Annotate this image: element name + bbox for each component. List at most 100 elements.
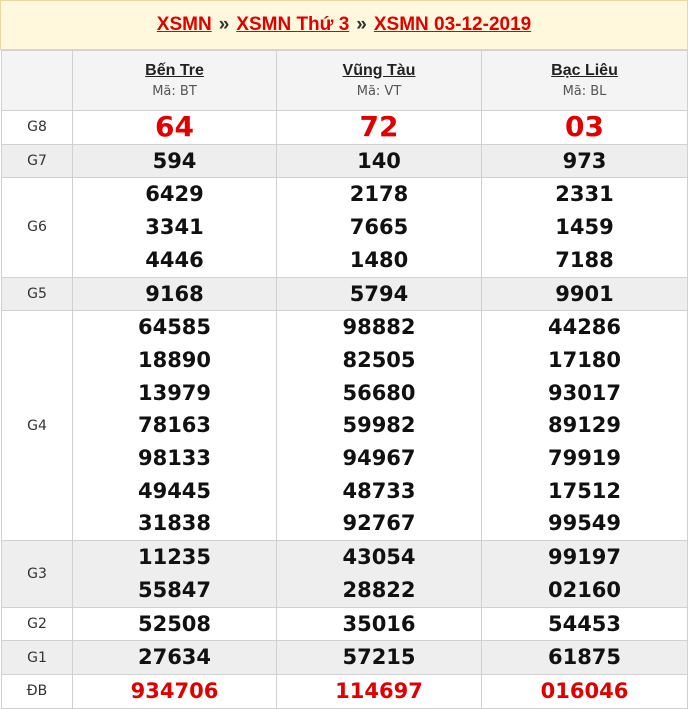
result-number: 1459 — [555, 215, 614, 240]
result-cell: 64 — [72, 110, 277, 145]
result-number: 79919 — [547, 446, 622, 471]
result-number: 57215 — [342, 645, 416, 670]
result-number: 72 — [359, 110, 399, 143]
result-number: 7665 — [349, 215, 409, 240]
result-number: 17180 — [547, 347, 622, 372]
province-code: Mã: BL — [562, 83, 607, 99]
result-number: 89129 — [547, 413, 622, 438]
result-number: 9901 — [555, 281, 614, 306]
result-number: 2331 — [555, 182, 614, 207]
result-number: 92767 — [342, 511, 416, 536]
result-number: 44286 — [547, 315, 622, 340]
result-number: 973 — [562, 148, 607, 173]
result-number: 94967 — [342, 446, 416, 471]
result-number: 59982 — [342, 413, 416, 438]
results-table: Bến Tre Mã: BT Vũng Tàu Mã: VT Bạc Liêu … — [1, 50, 688, 709]
result-number: 98882 — [342, 315, 416, 340]
result-number: 02160 — [547, 577, 622, 602]
result-number: 54453 — [547, 611, 622, 636]
result-cell: 9901 — [481, 276, 688, 312]
province-header-bac-lieu: Bạc Liêu Mã: BL — [481, 50, 688, 111]
breadcrumb-separator: » — [356, 14, 367, 35]
province-code: Mã: BT — [152, 83, 197, 99]
result-cell: 35016 — [276, 606, 482, 642]
result-number: 55847 — [137, 577, 212, 602]
result-cell: 43054 28822 — [276, 540, 482, 608]
prize-row-g8: G8 64 72 03 — [1, 110, 688, 145]
prize-label: G2 — [1, 606, 73, 642]
result-number: 4446 — [145, 247, 204, 272]
result-number: 35016 — [342, 611, 416, 636]
result-number: 3341 — [145, 215, 204, 240]
result-number: 28822 — [342, 577, 416, 602]
province-link-ben-tre[interactable]: Bến Tre — [73, 61, 276, 81]
result-number: 99549 — [547, 511, 622, 536]
result-number: 5794 — [349, 281, 409, 306]
result-number: 78163 — [137, 413, 212, 438]
result-number: 9168 — [145, 281, 204, 306]
result-number: 7188 — [555, 247, 614, 272]
breadcrumb: XSMN » XSMN Thứ 3 » XSMN 03-12-2019 — [0, 0, 688, 50]
result-number: 82505 — [342, 347, 416, 372]
result-number: 18890 — [137, 347, 212, 372]
result-cell: 57215 — [276, 640, 482, 675]
result-cell: 016046 — [481, 673, 688, 709]
province-code: Mã: VT — [356, 83, 402, 99]
prize-row-g1: G1 27634 57215 61875 — [1, 640, 688, 675]
result-cell: 140 — [276, 143, 482, 179]
prize-row-g3: G3 11235 55847 43054 28822 99197 02160 — [1, 540, 688, 608]
breadcrumb-separator: » — [218, 14, 230, 35]
result-cell: 2178 7665 1480 — [276, 177, 482, 278]
prize-label: G3 — [1, 540, 73, 608]
province-header-ben-tre: Bến Tre Mã: BT — [72, 50, 277, 111]
breadcrumb-xsmn[interactable]: XSMN — [157, 14, 212, 36]
prize-row-g7: G7 594 140 973 — [1, 143, 688, 179]
result-cell: 973 — [481, 143, 688, 179]
result-number: 64 — [155, 110, 194, 143]
result-cell: 72 — [276, 110, 482, 145]
result-number: 48733 — [342, 478, 416, 503]
result-cell: 934706 — [72, 673, 277, 709]
prize-row-g5: G5 9168 5794 9901 — [1, 276, 688, 312]
result-number: 93017 — [547, 380, 622, 405]
result-number: 13979 — [137, 380, 212, 405]
result-cell: 54453 — [481, 606, 688, 642]
special-prize-number: 114697 — [335, 678, 423, 703]
result-number: 03 — [565, 110, 604, 143]
result-number: 6429 — [145, 182, 204, 207]
result-number: 99197 — [547, 545, 622, 570]
result-number: 52508 — [137, 611, 212, 636]
result-number: 31838 — [137, 511, 212, 536]
result-number: 64585 — [137, 315, 212, 340]
prize-label: G6 — [1, 177, 73, 278]
prize-label: G4 — [1, 310, 73, 542]
result-number: 11235 — [137, 545, 212, 570]
prize-row-g2: G2 52508 35016 54453 — [1, 606, 688, 642]
result-cell: 27634 — [72, 640, 277, 675]
special-prize-number: 934706 — [130, 678, 219, 703]
result-number: 61875 — [547, 645, 622, 670]
result-number: 1480 — [349, 247, 409, 272]
result-cell: 5794 — [276, 276, 482, 312]
result-cell: 6429 3341 4446 — [72, 177, 277, 278]
province-link-bac-lieu[interactable]: Bạc Liêu — [482, 61, 687, 81]
result-number: 27634 — [137, 645, 212, 670]
result-cell: 98882 82505 56680 59982 94967 48733 9276… — [276, 310, 482, 542]
result-number: 98133 — [137, 446, 212, 471]
result-cell: 64585 18890 13979 78163 98133 49445 3183… — [72, 310, 277, 542]
result-cell: 594 — [72, 143, 277, 179]
result-number: 2178 — [349, 182, 409, 207]
result-cell: 2331 1459 7188 — [481, 177, 688, 278]
prize-label: G8 — [1, 110, 73, 145]
result-number: 56680 — [342, 380, 416, 405]
result-cell: 52508 — [72, 606, 277, 642]
result-number: 43054 — [342, 545, 416, 570]
prize-row-g4: G4 64585 18890 13979 78163 98133 49445 3… — [1, 310, 688, 542]
province-link-vung-tau[interactable]: Vũng Tàu — [277, 61, 481, 81]
breadcrumb-xsmn-date[interactable]: XSMN 03-12-2019 — [374, 14, 531, 36]
province-header-row: Bến Tre Mã: BT Vũng Tàu Mã: VT Bạc Liêu … — [1, 50, 688, 111]
breadcrumb-xsmn-thu3[interactable]: XSMN Thứ 3 — [236, 14, 349, 36]
special-prize-number: 016046 — [540, 678, 629, 703]
result-cell: 03 — [481, 110, 688, 145]
prize-label: ĐB — [1, 673, 73, 709]
